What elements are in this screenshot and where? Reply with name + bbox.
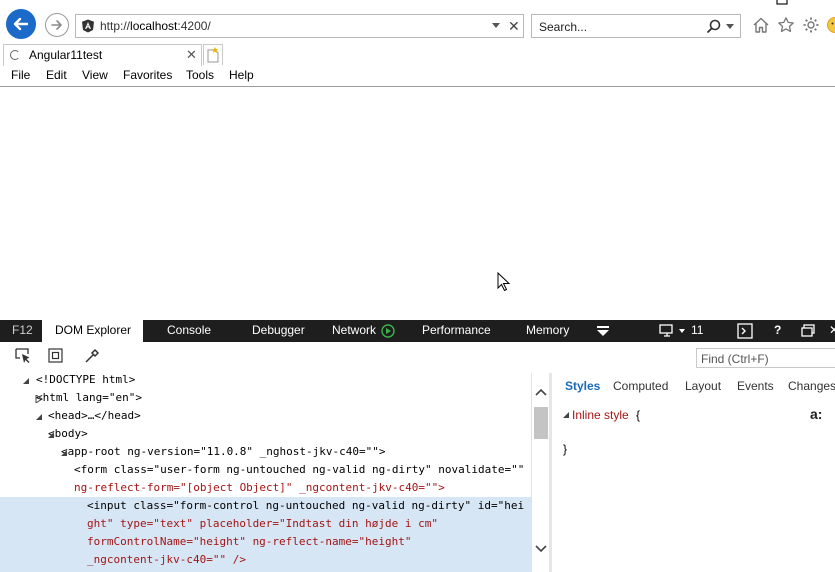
tab-changes[interactable]: Changes (788, 379, 835, 393)
forward-arrow-icon (51, 20, 62, 30)
back-button[interactable] (6, 9, 36, 39)
favorites-star-icon[interactable] (777, 16, 795, 34)
emulation-version[interactable]: 11 (691, 323, 703, 337)
scroll-up-icon[interactable] (535, 388, 547, 396)
back-arrow-icon (13, 17, 29, 31)
address-clear-icon[interactable]: ✕ (508, 18, 520, 35)
tab-angular11test[interactable]: Angular11test ✕ (3, 44, 202, 66)
collapse-triangle-icon[interactable] (35, 413, 43, 421)
font-toggle-button[interactable]: a: (810, 406, 822, 422)
tab-debugger[interactable]: Debugger (252, 323, 305, 337)
forward-button[interactable] (45, 13, 69, 37)
tab-layout[interactable]: Layout (685, 379, 721, 393)
search-dropdown-icon[interactable] (726, 24, 734, 29)
dom-node-input-line4[interactable]: _ngcontent-jkv-c40="" /> (87, 551, 246, 569)
tab-styles[interactable]: Styles (565, 379, 600, 393)
tab-network[interactable]: Network (332, 323, 376, 337)
dom-node-html[interactable]: <html lang="en"> (36, 389, 142, 407)
dom-tree[interactable]: <!DOCTYPE html> <html lang="en"> <head>…… (0, 373, 531, 572)
emulation-monitor-icon[interactable] (659, 324, 675, 338)
more-tools-icon[interactable] (597, 325, 609, 337)
tab-computed[interactable]: Computed (613, 379, 668, 393)
console-pane-icon[interactable] (737, 323, 753, 339)
network-record-icon[interactable] (381, 324, 395, 338)
tab-title: Angular11test (29, 48, 103, 62)
browser-toolbar: http://localhost:4200/ ✕ Search... (0, 0, 835, 44)
help-icon[interactable]: ? (774, 323, 781, 337)
dom-node-doctype[interactable]: <!DOCTYPE html> (36, 373, 135, 389)
dom-node-head[interactable]: <head>…</head> (48, 407, 141, 425)
tab-performance[interactable]: Performance (422, 323, 491, 337)
tab-console[interactable]: Console (167, 323, 211, 337)
address-url[interactable]: http://localhost:4200/ (100, 19, 211, 33)
menu-edit[interactable]: Edit (46, 68, 67, 82)
menu-tools[interactable]: Tools (186, 68, 214, 82)
collapse-triangle-icon[interactable] (47, 431, 55, 439)
search-icon[interactable] (706, 19, 721, 34)
menu-help[interactable]: Help (229, 68, 254, 82)
scroll-thumb[interactable] (534, 407, 548, 439)
color-picker-icon[interactable] (84, 348, 100, 364)
search-placeholder: Search... (539, 20, 588, 34)
angular-favicon-icon (82, 19, 94, 33)
inline-style-close-brace: } (563, 442, 568, 456)
collapse-triangle-icon[interactable] (22, 377, 30, 385)
tab-dom-explorer[interactable]: DOM Explorer (42, 320, 143, 342)
select-element-icon[interactable] (15, 348, 31, 364)
dom-node-input-line3[interactable]: formControlName="height" ng-reflect-name… (87, 533, 412, 551)
find-placeholder: Find (Ctrl+F) (701, 352, 769, 366)
dom-node-app-root[interactable]: <app-root ng-version="11.0.8" _nghost-jk… (61, 443, 386, 461)
inline-style-label: Inline style (572, 408, 629, 422)
find-input[interactable]: Find (Ctrl+F) (696, 348, 835, 368)
highlight-element-icon[interactable] (48, 348, 64, 364)
dom-node-input-line1[interactable]: <input class="form-control ng-untouched … (87, 497, 524, 515)
collapse-triangle-icon[interactable] (563, 412, 570, 419)
feedback-smiley-icon[interactable] (826, 16, 835, 34)
dom-node-form-line1[interactable]: <form class="user-form ng-untouched ng-v… (74, 461, 524, 479)
new-tab-icon (207, 47, 219, 63)
scroll-down-icon[interactable] (535, 545, 547, 553)
mouse-cursor-icon (497, 272, 511, 292)
tab-events[interactable]: Events (737, 379, 774, 393)
home-icon[interactable] (752, 16, 770, 34)
tab-strip: Angular11test ✕ (0, 44, 835, 66)
menu-favorites[interactable]: Favorites (123, 68, 172, 82)
undock-icon[interactable] (801, 324, 815, 337)
dom-node-form-line2[interactable]: ng-reflect-form="[object Object]" _ngcon… (74, 479, 445, 497)
devtools-f12-label: F12 (12, 323, 33, 337)
tab-memory[interactable]: Memory (526, 323, 569, 337)
loading-spinner-icon (10, 50, 20, 60)
collapse-triangle-icon[interactable] (60, 449, 68, 457)
styles-pane: Styles Computed Layout Events Changes In… (552, 373, 835, 572)
menu-file[interactable]: File (11, 68, 30, 82)
address-dropdown-icon[interactable] (492, 23, 500, 28)
settings-gear-icon[interactable] (802, 16, 820, 34)
tab-close-icon[interactable]: ✕ (186, 47, 197, 63)
dom-node-input-line2[interactable]: ght" type="text" placeholder="Indtast di… (87, 515, 438, 533)
devtools-close-icon[interactable]: ✕ (829, 323, 835, 337)
page-content[interactable] (0, 87, 835, 319)
maximize-window-icon[interactable] (776, 0, 788, 5)
dom-scrollbar[interactable] (531, 373, 550, 572)
expand-triangle-icon[interactable] (35, 395, 43, 403)
search-box[interactable]: Search... (531, 14, 741, 38)
devtools-tab-bar: F12 DOM Explorer Console Debugger Networ… (0, 320, 835, 342)
menu-bar: File Edit View Favorites Tools Help (0, 66, 835, 87)
address-bar[interactable]: http://localhost:4200/ ✕ (75, 14, 524, 38)
new-tab-button[interactable] (203, 44, 223, 65)
inline-style-open-brace: { (636, 408, 641, 422)
menu-view[interactable]: View (82, 68, 108, 82)
emulation-dropdown-icon[interactable] (679, 329, 685, 333)
